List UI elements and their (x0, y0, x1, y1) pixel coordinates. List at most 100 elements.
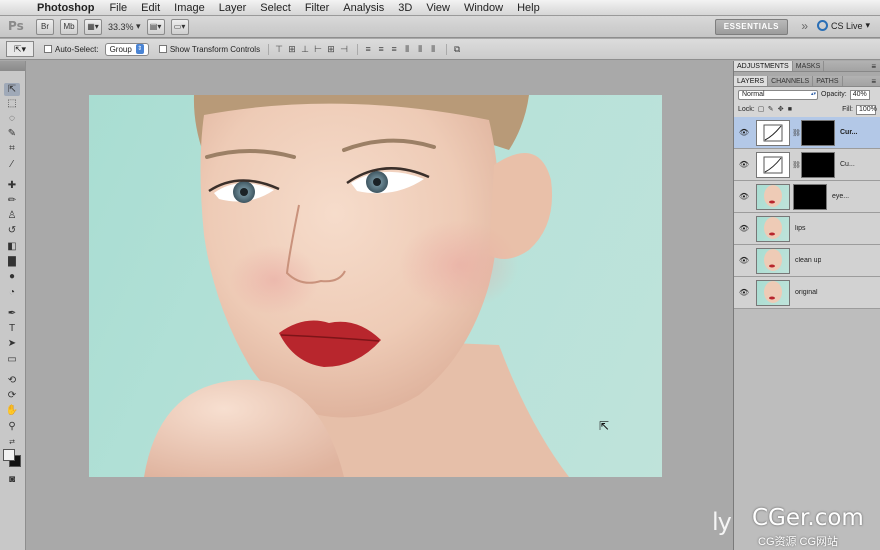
auto-select-checkbox[interactable]: Auto-Select: (44, 45, 99, 54)
distribute-vcenter-icon[interactable]: ≡ (376, 44, 386, 55)
visibility-eye-icon[interactable]: 👁 (737, 254, 751, 268)
layer-name[interactable]: eye... (832, 193, 849, 200)
menu-layer[interactable]: Layer (212, 2, 254, 14)
document-canvas-area[interactable]: ⇱ (27, 61, 732, 550)
zoom-tool-icon[interactable]: ⚲ (4, 420, 20, 433)
hand-tool-icon[interactable]: ✋ (4, 404, 20, 417)
menu-help[interactable]: Help (510, 2, 547, 14)
tools-panel-header[interactable] (0, 61, 25, 71)
crop-tool-icon[interactable]: ⌗ (4, 142, 20, 155)
tab-layers[interactable]: LAYERS (734, 76, 769, 86)
lock-all-icon[interactable]: ■ (788, 106, 795, 113)
document-image[interactable] (89, 95, 662, 477)
opacity-field[interactable]: 40% (849, 89, 870, 100)
blend-mode-select[interactable]: Normal (738, 89, 818, 100)
layer-mask-thumbnail[interactable] (801, 119, 835, 146)
move-tool-icon[interactable]: ⇱ (4, 83, 20, 96)
align-hcenter-icon[interactable]: ⊞ (326, 44, 336, 55)
align-right-icon[interactable]: ⊣ (339, 44, 349, 55)
quick-select-tool-icon[interactable]: ✎ (4, 127, 20, 140)
zoom-level[interactable]: 33.3% ▾ (108, 19, 141, 35)
layer-row[interactable]: 👁 original (734, 277, 880, 309)
foreground-color-swatch[interactable] (3, 449, 15, 461)
menu-analysis[interactable]: Analysis (336, 2, 391, 14)
align-top-icon[interactable]: ⊤ (274, 44, 284, 55)
pen-tool-icon[interactable]: ✒ (4, 307, 20, 320)
marquee-tool-icon[interactable]: ⬚ (4, 97, 20, 110)
distribute-top-icon[interactable]: ≡ (363, 44, 373, 55)
visibility-eye-icon[interactable]: 👁 (737, 126, 751, 140)
more-workspaces-icon[interactable]: » (801, 19, 808, 33)
auto-select-dropdown[interactable]: Group ⇕ (104, 42, 149, 56)
eyedropper-tool-icon[interactable]: ⁄ (4, 158, 20, 171)
3d-orbit-tool-icon[interactable]: ⟳ (4, 389, 20, 402)
lock-position-icon[interactable]: ✥ (778, 106, 785, 113)
cs-live-button[interactable]: CS Live ▾ (816, 20, 870, 31)
blur-tool-icon[interactable]: ● (4, 270, 20, 283)
tab-masks[interactable]: MASKS (793, 61, 825, 71)
menu-filter[interactable]: Filter (298, 2, 336, 14)
layer-name[interactable]: lips (795, 225, 806, 232)
distribute-hcenter-icon[interactable]: ⦀ (415, 44, 425, 55)
layer-row[interactable]: 👁 lips (734, 213, 880, 245)
brush-tool-icon[interactable]: ✏ (4, 194, 20, 207)
bridge-button[interactable]: Br (36, 18, 54, 35)
menu-file[interactable]: File (102, 2, 134, 14)
3d-rotate-tool-icon[interactable]: ⟲ (4, 374, 20, 387)
visibility-eye-icon[interactable]: 👁 (737, 190, 751, 204)
type-tool-icon[interactable]: T (4, 322, 20, 335)
view-extras-button[interactable]: ▦▾ (84, 18, 102, 35)
layer-name[interactable]: Cu... (840, 161, 855, 168)
menu-3d[interactable]: 3D (391, 2, 419, 14)
layer-name[interactable]: Cur... (840, 129, 858, 136)
mask-link-icon[interactable]: ⛓ (792, 129, 801, 137)
tab-adjustments[interactable]: ADJUSTMENTS (734, 61, 793, 71)
quick-mask-icon[interactable]: ◙ (4, 473, 20, 486)
layer-row[interactable]: 👁 ⛓ Cur... (734, 117, 880, 149)
layer-name[interactable]: original (795, 289, 818, 296)
lock-transparent-icon[interactable]: ▢ (758, 106, 765, 113)
arrange-documents-button[interactable]: ▤▾ (146, 18, 165, 35)
menu-image[interactable]: Image (167, 2, 212, 14)
healing-brush-tool-icon[interactable]: ✚ (4, 179, 20, 192)
lock-image-icon[interactable]: ✎ (768, 106, 775, 113)
dodge-tool-icon[interactable]: ◔ (4, 286, 20, 299)
align-bottom-icon[interactable]: ⊥ (300, 44, 310, 55)
shape-tool-icon[interactable]: ▭ (4, 353, 20, 366)
history-brush-tool-icon[interactable]: ↺ (4, 224, 20, 237)
workspace-switcher[interactable]: ESSENTIALS (714, 19, 788, 35)
show-transform-checkbox[interactable]: Show Transform Controls (158, 45, 260, 54)
panel-menu-icon[interactable]: ≡ (871, 61, 880, 71)
menu-window[interactable]: Window (457, 2, 510, 14)
distribute-right-icon[interactable]: ⦀ (428, 44, 438, 55)
screen-mode-button[interactable]: ▭▾ (170, 18, 189, 35)
layer-mask-thumbnail[interactable] (793, 183, 827, 210)
layer-row[interactable]: 👁 ⛓ Cu... (734, 149, 880, 181)
layers-panel-menu-icon[interactable]: ≡ (871, 76, 880, 86)
distribute-left-icon[interactable]: ⦀ (402, 44, 412, 55)
layer-row[interactable]: 👁 eye... (734, 181, 880, 213)
layer-row[interactable]: 👁 clean up (734, 245, 880, 277)
fill-field[interactable]: 100% (856, 104, 877, 115)
menu-view[interactable]: View (419, 2, 457, 14)
auto-align-layers-icon[interactable]: ⧉ (452, 44, 462, 55)
align-left-icon[interactable]: ⊢ (313, 44, 323, 55)
menu-edit[interactable]: Edit (134, 2, 167, 14)
visibility-eye-icon[interactable]: 👁 (737, 158, 751, 172)
visibility-eye-icon[interactable]: 👁 (737, 222, 751, 236)
tool-preset-picker[interactable]: ⇱▾ (6, 41, 34, 57)
align-vcenter-icon[interactable]: ⊞ (287, 44, 297, 55)
swap-colors-icon[interactable]: ⇄ (4, 435, 20, 448)
menu-select[interactable]: Select (253, 2, 298, 14)
gradient-tool-icon[interactable]: ▇ (4, 255, 20, 268)
tab-paths[interactable]: PATHS (813, 76, 843, 86)
mask-link-icon[interactable]: ⛓ (792, 161, 801, 169)
tab-channels[interactable]: CHANNELS (768, 76, 814, 86)
menu-app-name[interactable]: Photoshop (30, 2, 102, 14)
path-selection-tool-icon[interactable]: ➤ (4, 337, 20, 350)
clone-stamp-tool-icon[interactable]: ♙ (4, 209, 20, 222)
visibility-eye-icon[interactable]: 👁 (737, 286, 751, 300)
lasso-tool-icon[interactable]: ◌ (4, 112, 20, 125)
eraser-tool-icon[interactable]: ◧ (4, 240, 20, 253)
layer-name[interactable]: clean up (795, 257, 821, 264)
